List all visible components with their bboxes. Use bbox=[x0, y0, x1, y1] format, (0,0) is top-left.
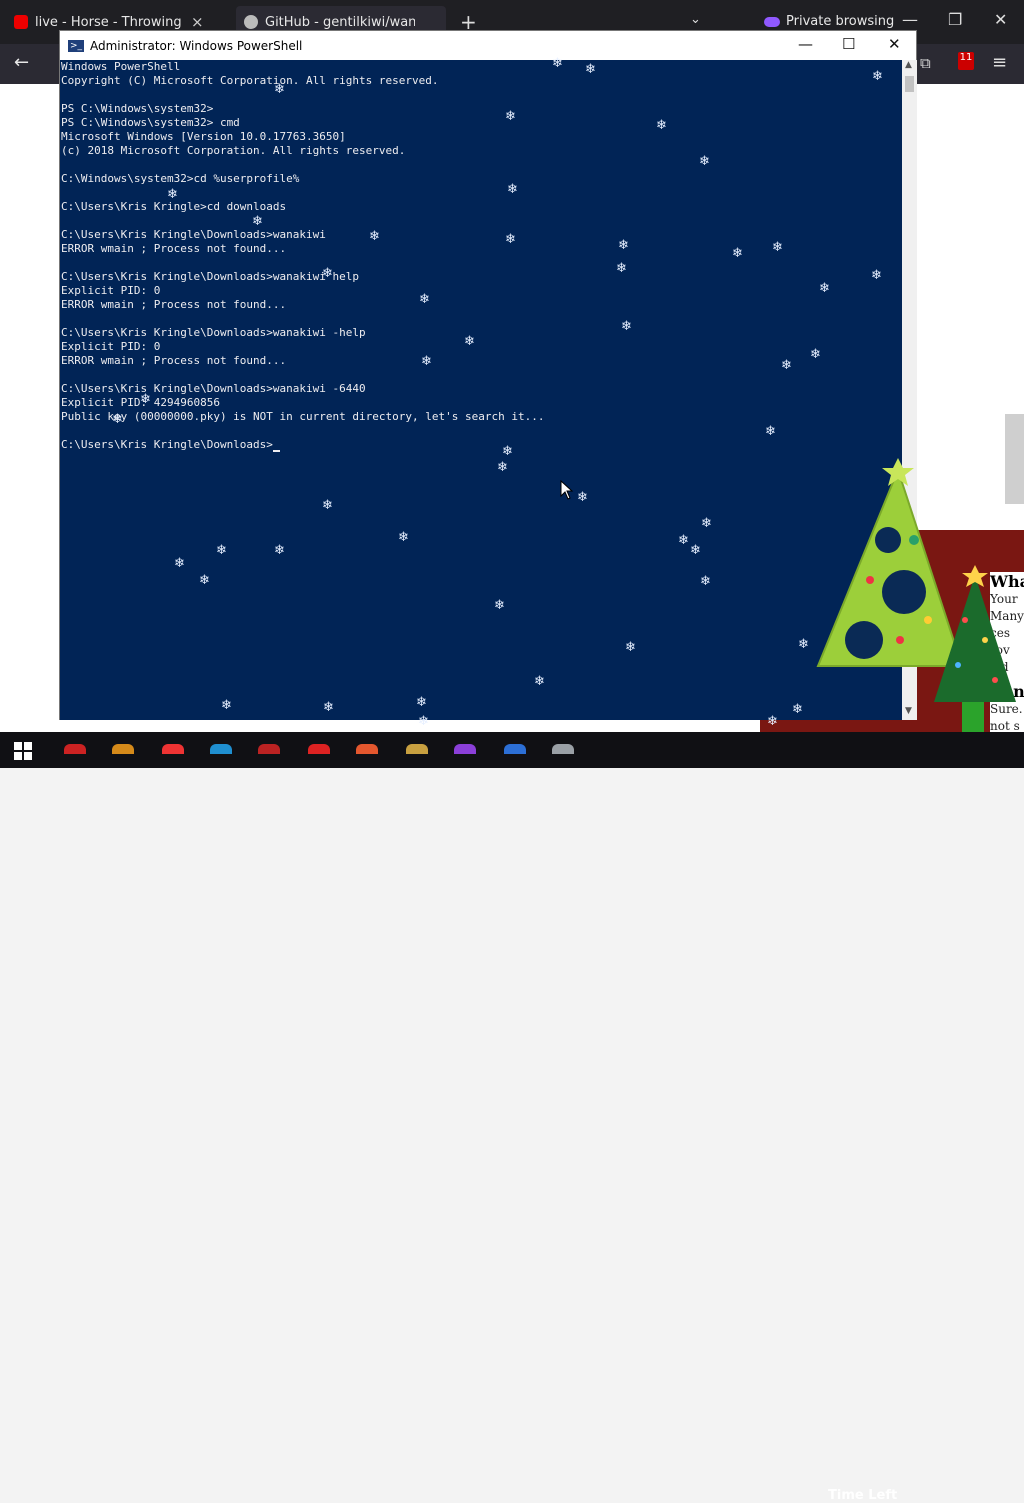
taskbar-app-icon[interactable] bbox=[112, 744, 134, 754]
windows-taskbar: Time Left bbox=[0, 732, 1024, 1503]
christmas-tree-overlay bbox=[816, 458, 1016, 732]
taskbar-app-icon[interactable] bbox=[162, 744, 184, 754]
mouse-cursor-icon bbox=[560, 480, 574, 500]
windows-start-icon[interactable] bbox=[14, 742, 32, 760]
ornament-tree-icon bbox=[816, 458, 964, 667]
taskbar-app-icon[interactable] bbox=[406, 744, 428, 754]
taskbar-app-icon[interactable] bbox=[308, 744, 330, 754]
taskbar-powershell-icon[interactable] bbox=[504, 744, 526, 754]
taskbar-app-icon[interactable] bbox=[552, 744, 574, 754]
taskbar-app-icon[interactable] bbox=[356, 744, 378, 754]
taskbar-app-icon[interactable] bbox=[64, 744, 86, 754]
taskbar-app-icon[interactable] bbox=[454, 744, 476, 754]
taskbar-app-icon[interactable] bbox=[210, 744, 232, 754]
time-left-label: Time Left bbox=[828, 1488, 898, 1503]
taskbar-app-icon[interactable] bbox=[258, 744, 280, 754]
